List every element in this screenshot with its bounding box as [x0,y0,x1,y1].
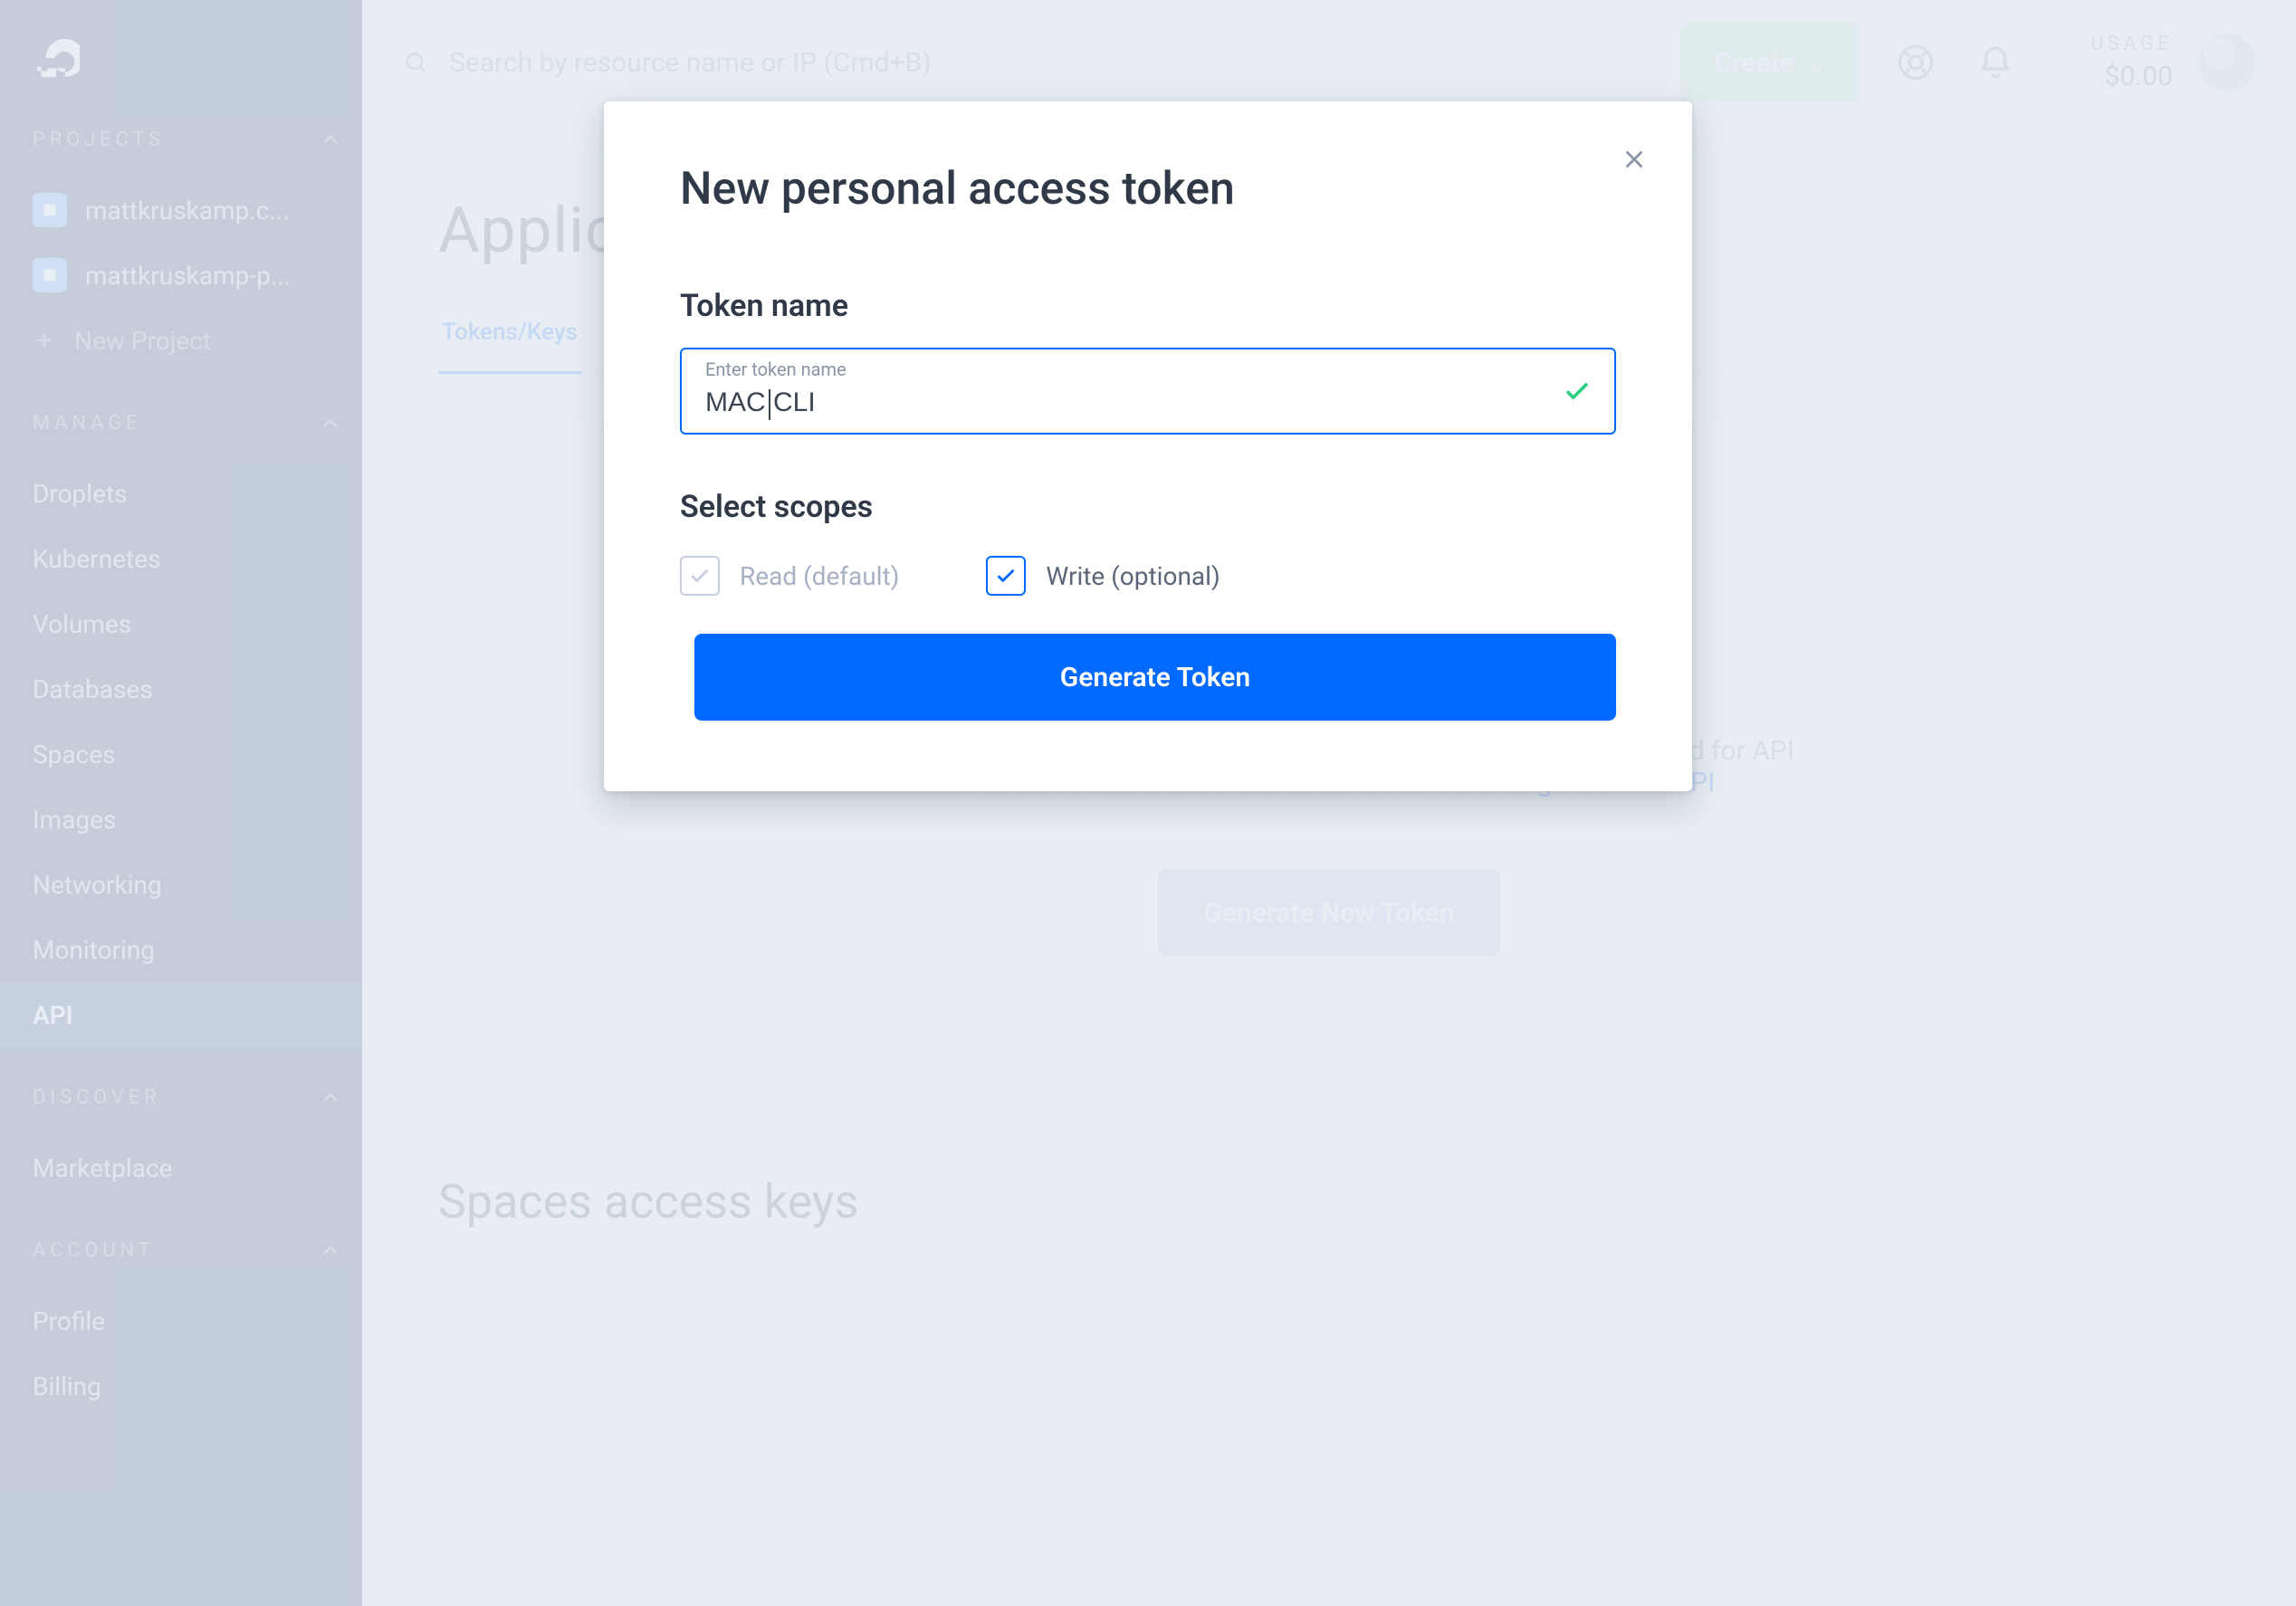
generate-token-button[interactable]: Generate Token [694,634,1616,721]
text-caret [769,389,770,420]
scope-read[interactable]: Read (default) [680,556,899,596]
scope-read-label: Read (default) [740,561,899,591]
modal-title: New personal access token [680,163,1616,215]
checkmark-icon [1562,376,1593,406]
token-name-label: Token name [680,288,1616,324]
token-name-floating-label: Enter token name [705,358,847,380]
scope-write-label: Write (optional) [1046,561,1220,591]
token-name-input[interactable] [703,387,1593,425]
checkbox-icon [680,556,720,596]
checkbox-icon [986,556,1026,596]
scopes-label: Select scopes [680,489,1616,525]
scope-write[interactable]: Write (optional) [986,556,1220,596]
new-token-modal: New personal access token Token name Ent… [604,101,1692,791]
token-name-field[interactable]: Enter token name [680,348,1616,435]
close-icon[interactable] [1618,143,1650,176]
